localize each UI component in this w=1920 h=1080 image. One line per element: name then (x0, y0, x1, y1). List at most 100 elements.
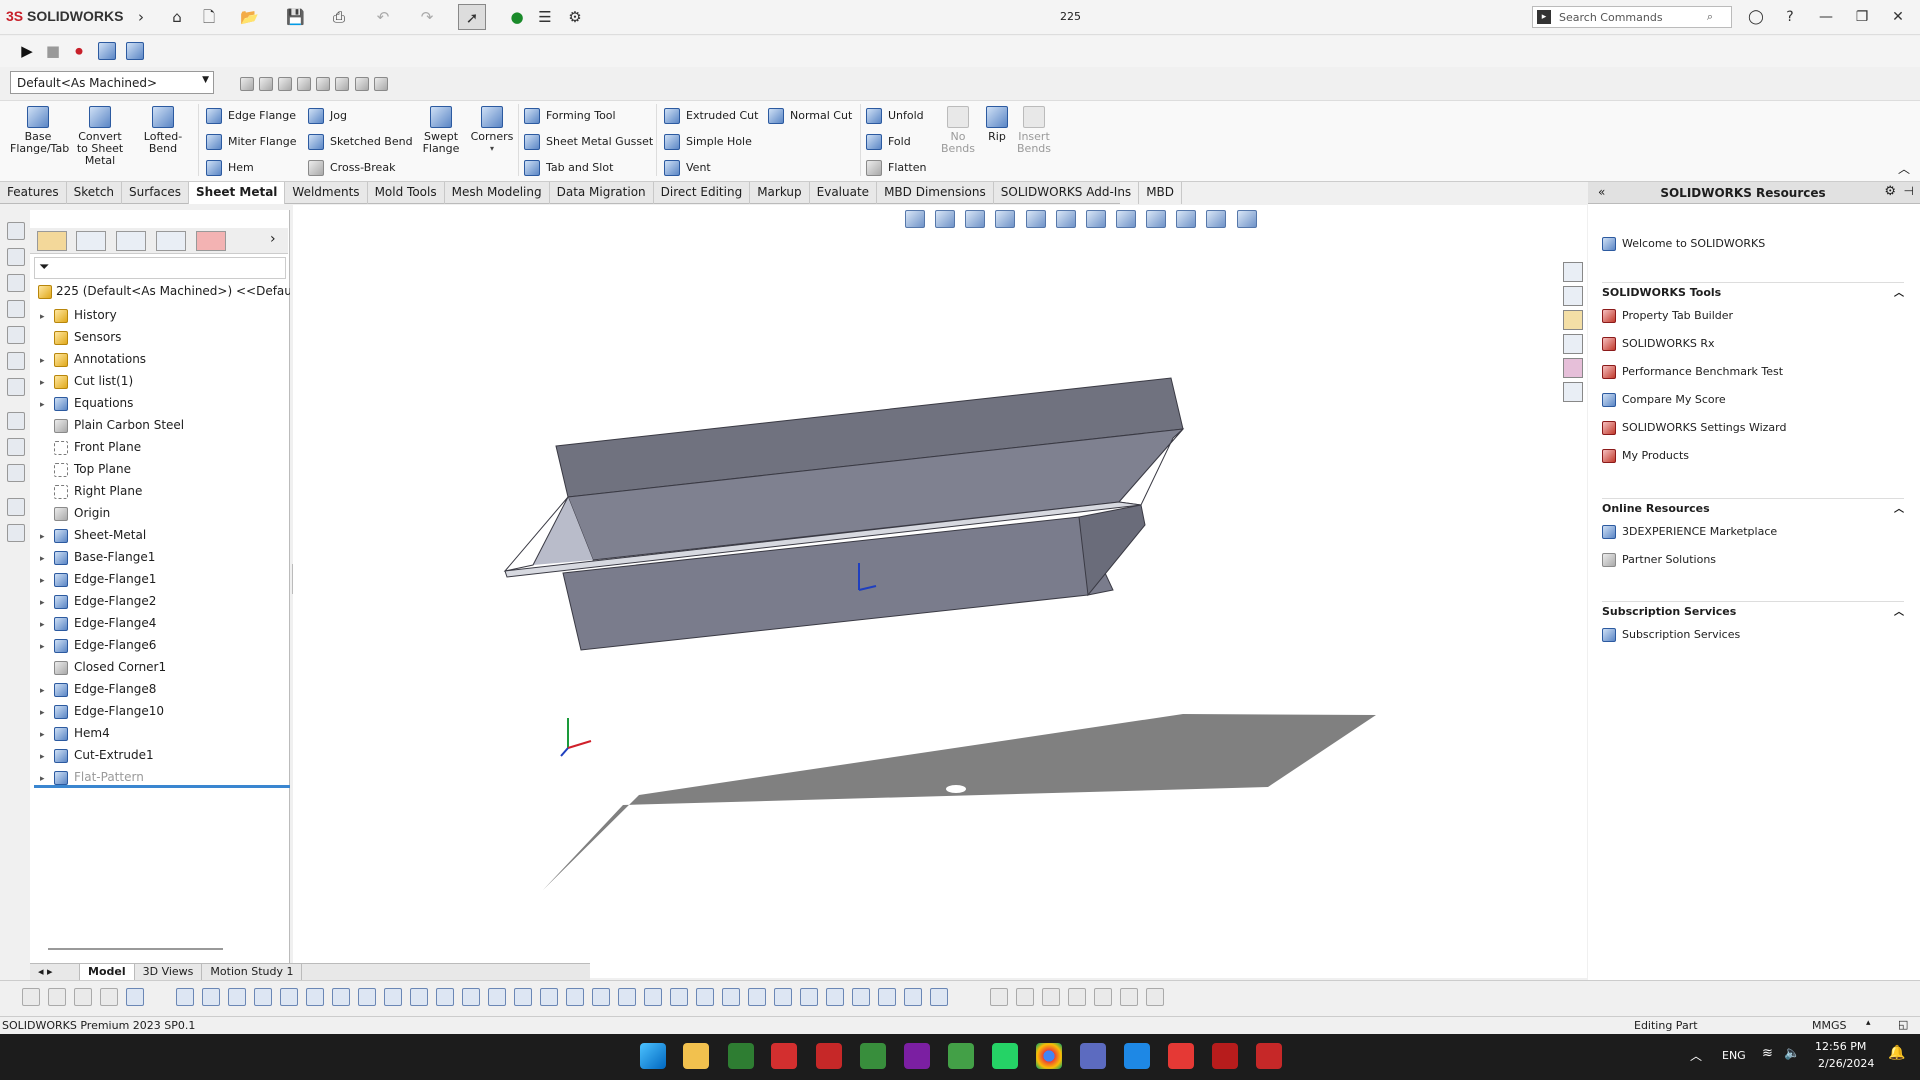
tree-item-equations[interactable]: ▸ Equations (40, 392, 133, 414)
appearances-icon[interactable] (1563, 358, 1583, 378)
tab-mold-tools[interactable]: Mold Tools (368, 182, 445, 204)
undo-icon[interactable]: ↶ (374, 8, 392, 26)
selection-filter-icon[interactable] (306, 988, 324, 1006)
tab-markup[interactable]: Markup (750, 182, 810, 204)
new-document-icon[interactable]: 🗋 (200, 8, 218, 26)
dynamic-annotation-icon[interactable] (1025, 210, 1046, 228)
print-icon[interactable]: ⎙ (330, 8, 348, 26)
redo-icon[interactable]: ↷ (418, 8, 436, 26)
tree-item-top-plane[interactable]: Top Plane (40, 458, 131, 480)
selection-filter-icon[interactable] (566, 988, 584, 1006)
custom-properties-icon[interactable] (1563, 382, 1583, 402)
chevron-up-icon[interactable]: ︿ (1894, 603, 1904, 618)
tree-item-edge-flange2[interactable]: ▸ Edge-Flange2 (40, 590, 156, 612)
extruded-cut-button[interactable]: Extruded Cut (664, 106, 758, 126)
simple-hole-button[interactable]: Simple Hole (664, 132, 758, 152)
expand-arrow-icon[interactable]: ▸ (40, 746, 54, 768)
tool-icon[interactable] (7, 300, 25, 318)
selection-filter-icon[interactable] (254, 988, 272, 1006)
swept-flange-button[interactable]: Swept Flange (414, 106, 468, 155)
selection-filter-icon[interactable] (592, 988, 610, 1006)
link-subscription-services[interactable]: Subscription Services (1602, 625, 1740, 645)
tree-item-history[interactable]: ▸ History (40, 304, 117, 326)
record-macro-icon[interactable]: ⏺ (70, 42, 88, 60)
chevron-down-icon[interactable]: ▾ (468, 143, 516, 155)
rollback-bar[interactable] (34, 785, 290, 788)
selection-filter-icon[interactable] (1146, 988, 1164, 1006)
app-icon[interactable] (904, 1043, 930, 1069)
selection-filter-icon[interactable] (488, 988, 506, 1006)
tool-link-my-products[interactable]: My Products (1602, 446, 1689, 466)
expand-arrow-icon[interactable]: ▸ (40, 372, 54, 394)
tree-filter[interactable]: ⏷ (34, 257, 286, 279)
whatsapp-icon[interactable] (992, 1043, 1018, 1069)
design-library-icon[interactable] (1563, 286, 1583, 306)
tree-item-cut-extrude1[interactable]: ▸ Cut-Extrude1 (40, 744, 154, 766)
selection-filter-icon[interactable] (410, 988, 428, 1006)
rip-button[interactable]: Rip (982, 106, 1012, 143)
chevron-up-icon[interactable]: ︿ (1894, 284, 1904, 299)
tree-root-part[interactable]: 225 (Default<As Machined>) <<Default>_D (38, 284, 290, 299)
expand-arrow-icon[interactable]: ▸ (40, 636, 54, 658)
restore-button[interactable]: ❐ (1848, 6, 1876, 28)
miter-flange-button[interactable]: Miter Flange (206, 132, 297, 152)
section-solidworks-tools[interactable]: SOLIDWORKS Tools ︿ (1602, 282, 1904, 300)
expand-arrow-icon[interactable]: ▸ (40, 394, 54, 416)
minimize-button[interactable]: — (1812, 6, 1840, 28)
chevron-right-icon[interactable]: › (270, 231, 276, 247)
chevron-up-icon[interactable]: ▴ (1866, 1018, 1871, 1028)
selection-filter-icon[interactable] (904, 988, 922, 1006)
edge-flange-button[interactable]: Edge Flange (206, 106, 297, 126)
app-icon[interactable] (1212, 1043, 1238, 1069)
tab-surfaces[interactable]: Surfaces (122, 182, 190, 204)
tool-icon[interactable] (7, 524, 25, 542)
selection-filter-icon[interactable] (1016, 988, 1034, 1006)
flatten-button[interactable]: Flatten (866, 158, 927, 178)
display-style-icon[interactable] (1085, 210, 1106, 228)
speaker-icon[interactable]: 🔈 (1784, 1046, 1800, 1061)
app-icon[interactable] (1124, 1043, 1150, 1069)
select-icon[interactable]: ➚ (458, 4, 486, 30)
display-manager-tab-icon[interactable] (196, 231, 226, 251)
tab-solidworks-add-ins[interactable]: SOLIDWORKS Add-Ins (994, 182, 1140, 204)
selection-filter-icon[interactable] (462, 988, 480, 1006)
tool-icon[interactable] (7, 438, 25, 456)
selection-filter-icon[interactable] (878, 988, 896, 1006)
tab-mesh-modeling[interactable]: Mesh Modeling (445, 182, 550, 204)
normal-cut-button[interactable]: Normal Cut (768, 106, 852, 126)
graphics-area[interactable] (293, 205, 1587, 978)
phone-icon[interactable] (948, 1043, 974, 1069)
save-icon[interactable]: 💾 (286, 8, 305, 26)
edit-appearance-icon[interactable] (1146, 210, 1167, 228)
property-manager-tab-icon[interactable] (76, 231, 106, 251)
selection-filter-icon[interactable] (670, 988, 688, 1006)
selection-filter-icon[interactable] (800, 988, 818, 1006)
no-bends-button[interactable]: No Bends (934, 106, 982, 155)
jog-button[interactable]: Jog (308, 106, 413, 126)
tree-item-plain-carbon-steel[interactable]: Plain Carbon Steel (40, 414, 184, 436)
model-view[interactable] (293, 205, 1587, 978)
selection-filter-icon[interactable] (990, 988, 1008, 1006)
tree-item-cut-list-1[interactable]: ▸ Cut list(1) (40, 370, 133, 392)
configuration-select[interactable]: Default<As Machined> ▼ (10, 71, 214, 94)
selection-filter-icon[interactable] (228, 988, 246, 1006)
tree-item-edge-flange1[interactable]: ▸ Edge-Flange1 (40, 568, 156, 590)
disabled-tool-icon[interactable] (335, 76, 350, 91)
tab-motion-study-1[interactable]: Motion Study 1 (202, 964, 303, 980)
welcome-link[interactable]: Welcome to SOLIDWORKS (1602, 234, 1765, 254)
section-view-icon[interactable] (995, 210, 1016, 228)
expand-arrow-icon[interactable]: ▸ (40, 592, 54, 614)
app-icon[interactable] (1168, 1043, 1194, 1069)
tab-model[interactable]: Model (80, 964, 135, 980)
selection-filter-icon[interactable] (618, 988, 636, 1006)
selection-filter-icon[interactable] (100, 988, 118, 1006)
disabled-tool-icon[interactable] (278, 76, 293, 91)
tool-icon[interactable] (7, 412, 25, 430)
tree-item-closed-corner1[interactable]: Closed Corner1 (40, 656, 166, 678)
selection-filter-icon[interactable] (826, 988, 844, 1006)
collapse-ribbon-icon[interactable]: ︿ (1898, 160, 1910, 177)
zoom-to-fit-icon[interactable] (905, 210, 925, 228)
home-icon[interactable]: ⌂ (168, 8, 186, 26)
display-monitor-icon[interactable] (1236, 210, 1257, 228)
close-button[interactable]: ✕ (1884, 6, 1912, 28)
